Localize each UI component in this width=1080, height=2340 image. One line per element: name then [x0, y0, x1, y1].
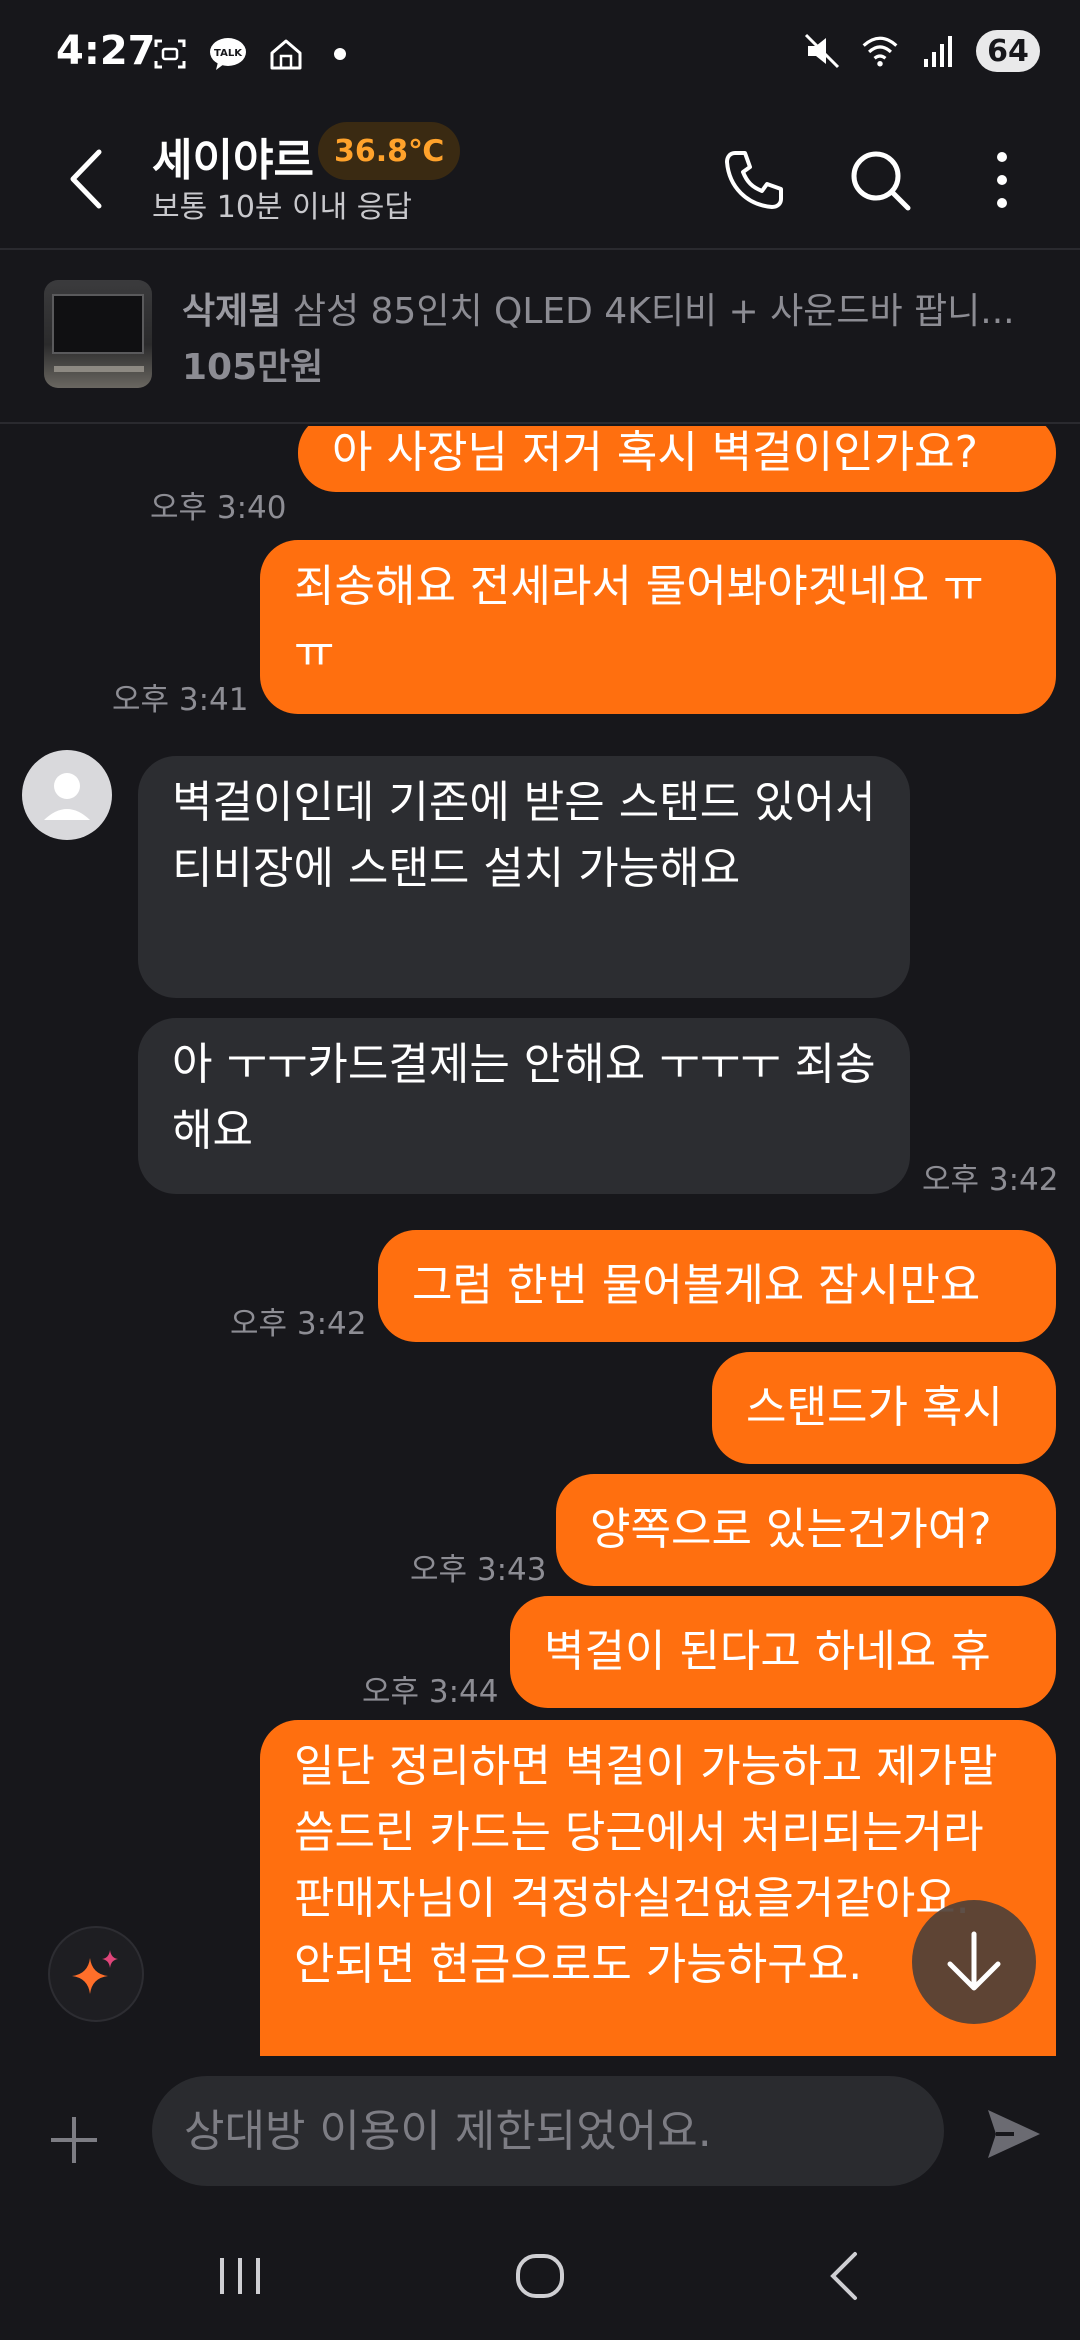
product-price: 105만원: [182, 347, 324, 388]
message-time: 오후 3:42: [922, 1162, 1059, 1198]
home-circle-icon: [516, 2254, 564, 2298]
message-time: 오후 3:40: [150, 490, 287, 526]
screenshot-icon: [150, 34, 190, 74]
default-avatar-icon: [44, 773, 90, 820]
recent-apps-icon: [220, 2258, 260, 2294]
home-button[interactable]: [490, 2236, 590, 2316]
plus-icon: [51, 2117, 97, 2163]
wifi-icon: [860, 31, 900, 71]
message-time: 오후 3:41: [112, 682, 249, 718]
back-nav-button[interactable]: [794, 2236, 894, 2316]
search-icon: [851, 151, 911, 211]
message-time: 오후 3:43: [410, 1552, 547, 1588]
message-bubble-mine[interactable]: 벽걸이 된다고 하네요 휴: [510, 1596, 1056, 1708]
arrow-down-icon: [947, 1931, 1001, 1991]
call-button[interactable]: [712, 138, 796, 222]
deleted-label: 삭제됨: [182, 291, 282, 332]
back-button[interactable]: [52, 136, 118, 222]
product-info-bar[interactable]: 삭제됨 삼성 85인치 QLED 4K티비 + 사운드바 팝니... 105만원: [0, 252, 1080, 424]
product-title-line: 삭제됨 삼성 85인치 QLED 4K티비 + 사운드바 팝니...: [182, 282, 1042, 334]
mute-icon: [802, 31, 842, 71]
talk-icon: TALK: [208, 34, 248, 74]
ai-assistant-button[interactable]: [48, 1926, 144, 2022]
chevron-left-icon: [70, 149, 102, 209]
home-icon: [266, 34, 306, 74]
partner-name[interactable]: 세이야르: [152, 124, 314, 188]
message-bubble-mine[interactable]: 죄송해요 전세라서 물어봐야겟네요 ㅠㅠ: [260, 540, 1056, 714]
message-time: 오후 3:42: [230, 1306, 367, 1342]
message-bubble-mine[interactable]: 스탠드가 혹시: [712, 1352, 1056, 1464]
partner-avatar[interactable]: [22, 750, 112, 840]
attach-button[interactable]: [44, 2110, 104, 2170]
scroll-to-bottom-button[interactable]: [912, 1900, 1036, 2024]
response-time: 보통 10분 이내 응답: [152, 190, 412, 225]
manner-temperature-badge: 36.8℃: [318, 122, 461, 180]
signal-icon: [918, 31, 958, 71]
send-icon: [988, 2110, 1040, 2158]
message-bubble-mine[interactable]: 아 사장님 저거 혹시 벽걸이인가요?: [298, 426, 1056, 492]
product-name: 삼성 85인치 QLED 4K티비 + 사운드바 팝니...: [292, 291, 1015, 332]
message-time: 오후 3:44: [362, 1674, 499, 1710]
more-vertical-icon: [997, 152, 1007, 208]
status-left-icons: TALK: [150, 34, 346, 74]
message-input[interactable]: [152, 2076, 944, 2186]
notification-dot: [334, 48, 346, 60]
phone-icon: [725, 151, 783, 209]
back-chevron-icon: [830, 2252, 857, 2300]
message-composer: [0, 2058, 1080, 2208]
message-bubble-partner[interactable]: 벽걸이인데 기존에 받은 스탠드 있어서 티비장에 스탠드 설치 가능해요: [138, 756, 910, 998]
tv-image: [52, 294, 144, 354]
chat-screen: 4:27 TALK 64 세이야르 36.8℃ 보통 10분 이내 응답 삭제됨…: [0, 0, 1080, 2340]
more-button[interactable]: [960, 138, 1044, 222]
status-time: 4:27: [56, 28, 156, 74]
status-right-icons: 64: [802, 30, 1040, 72]
status-bar: 4:27 TALK 64: [0, 0, 1080, 110]
svg-text:TALK: TALK: [214, 48, 243, 59]
send-button[interactable]: [976, 2096, 1052, 2172]
tv-stand-image: [54, 366, 144, 372]
system-navigation-bar: [0, 2208, 1080, 2340]
message-bubble-mine[interactable]: 양쪽으로 있는건가여?: [556, 1474, 1056, 1586]
search-button[interactable]: [838, 138, 922, 222]
recent-apps-button[interactable]: [190, 2236, 290, 2316]
product-thumbnail: [44, 280, 152, 388]
message-list[interactable]: 아 사장님 저거 혹시 벽걸이인가요? 오후 3:40 죄송해요 전세라서 물어…: [0, 426, 1080, 2056]
chat-header: 세이야르 36.8℃ 보통 10분 이내 응답: [0, 110, 1080, 250]
message-bubble-partner[interactable]: 아 ㅜㅜ카드결제는 안해요 ㅜㅜㅜ 죄송해요: [138, 1018, 910, 1194]
message-bubble-mine[interactable]: 그럼 한번 물어볼게요 잠시만요: [378, 1230, 1056, 1342]
battery-indicator: 64: [976, 30, 1040, 72]
sparkle-icon: [72, 1950, 118, 1994]
